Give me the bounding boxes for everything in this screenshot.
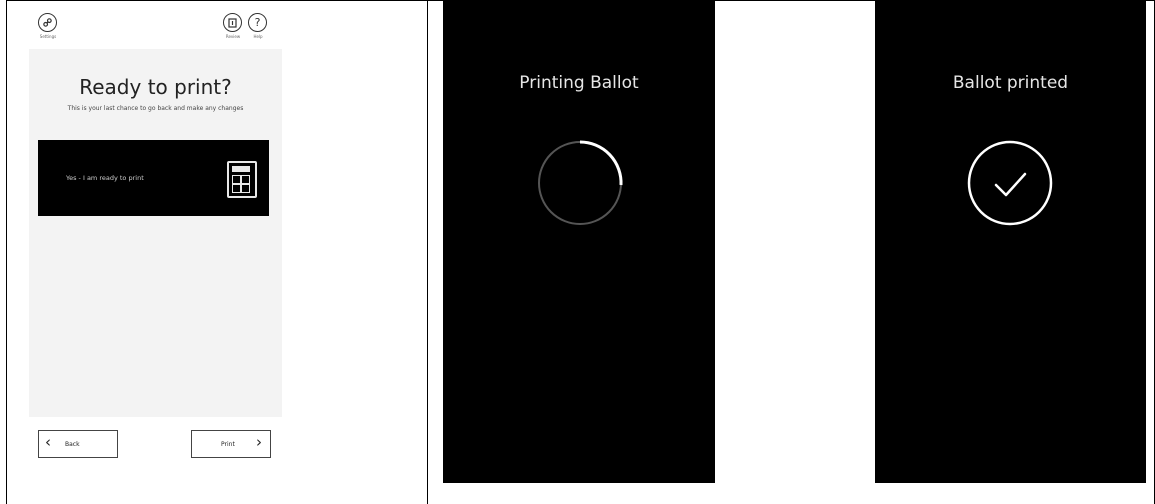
checkmark-icon: [967, 140, 1053, 226]
page-title: Ready to print?: [79, 75, 232, 99]
review-caption: Review: [225, 34, 241, 39]
back-button[interactable]: ‹ Back: [38, 430, 118, 458]
help-button[interactable]: ? Help: [248, 13, 268, 41]
chevron-left-icon: ‹: [45, 433, 51, 451]
printed-heading: Ballot printed: [952, 73, 1069, 93]
help-caption: Help: [253, 34, 263, 39]
help-icon: ?: [248, 13, 267, 32]
ballot-printed-screen: Ballot printed: [875, 1, 1146, 483]
printing-heading: Printing Ballot: [519, 73, 639, 93]
ballot-sheet-icon: [227, 161, 257, 198]
page-subtitle: This is your last chance to go back and …: [67, 105, 244, 112]
settings-caption: Settings: [39, 34, 57, 39]
printing-ballot-screen: Printing Ballot: [443, 1, 715, 483]
print-button[interactable]: Print ›: [191, 430, 271, 458]
settings-button[interactable]: Settings: [38, 13, 58, 41]
ready-to-print-screen: Settings Review ? Help Ready to print? T…: [29, 7, 282, 467]
print-label: Print: [221, 441, 235, 448]
back-label: Back: [65, 441, 80, 448]
chevron-right-icon: ›: [256, 433, 262, 451]
loading-spinner-icon: [538, 140, 623, 225]
ballot-save-icon: [223, 13, 242, 32]
ready-to-print-button[interactable]: Yes - I am ready to print: [38, 140, 269, 216]
comparison-table: Settings Review ? Help Ready to print? T…: [0, 0, 1155, 504]
bottom-nav-bar: ‹ Back Print ›: [29, 417, 282, 467]
settings-icon: [38, 13, 57, 32]
ready-to-print-label: Yes - I am ready to print: [66, 174, 144, 182]
top-bar: Settings Review ? Help: [29, 7, 282, 49]
review-button[interactable]: Review: [223, 13, 243, 41]
